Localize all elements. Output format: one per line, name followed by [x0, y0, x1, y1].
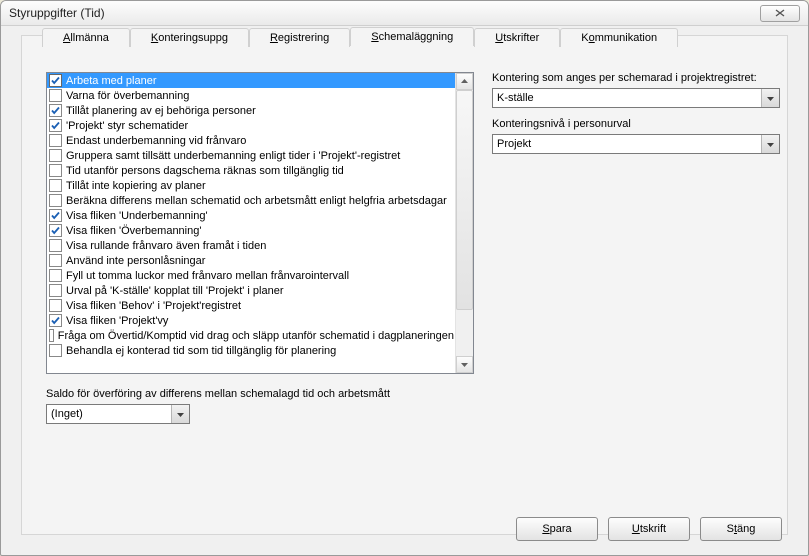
list-item-checkbox[interactable]	[49, 134, 62, 147]
list-item[interactable]: Endast underbemanning vid frånvaro	[47, 133, 456, 148]
tab-3[interactable]: Schemaläggning	[350, 27, 474, 46]
chevron-down-icon	[767, 141, 774, 148]
list-item-checkbox[interactable]	[49, 194, 62, 207]
client-area: AllmännaKonteringsuppgRegistreringSchema…	[9, 31, 800, 547]
list-item-checkbox[interactable]	[49, 74, 62, 87]
list-item[interactable]: Urval på 'K-ställe' kopplat till 'Projek…	[47, 283, 456, 298]
saldo-combo[interactable]: (Inget)	[46, 404, 190, 424]
saldo-value: (Inget)	[51, 405, 171, 423]
list-item-checkbox[interactable]	[49, 149, 62, 162]
chevron-down-icon	[461, 361, 468, 368]
tab-2[interactable]: Registrering	[249, 28, 350, 47]
close-icon	[775, 9, 785, 17]
chevron-down-icon	[767, 95, 774, 102]
konteringsniva-value: Projekt	[497, 135, 761, 153]
tabstrip: AllmännaKonteringsuppgRegistreringSchema…	[42, 27, 678, 46]
list-item-label: 'Projekt' styr schematider	[66, 120, 188, 132]
list-item[interactable]: Beräkna differens mellan schematid och a…	[47, 193, 456, 208]
list-item-label: Fyll ut tomma luckor med frånvaro mellan…	[66, 270, 349, 282]
list-item-checkbox[interactable]	[49, 329, 54, 342]
list-item-label: Visa fliken 'Överbemanning'	[66, 225, 201, 237]
list-item[interactable]: 'Projekt' styr schematider	[47, 118, 456, 133]
list-item[interactable]: Arbeta med planer	[47, 73, 456, 88]
window-close-button[interactable]	[760, 5, 800, 22]
close-button[interactable]: Stäng	[700, 517, 782, 541]
scrollbar-down-button[interactable]	[456, 356, 473, 373]
list-item-checkbox[interactable]	[49, 224, 62, 237]
dialog-window: Styruppgifter (Tid) AllmännaKonteringsup…	[0, 0, 809, 556]
list-item-label: Arbeta med planer	[66, 75, 157, 87]
saldo-label: Saldo för överföring av differens mellan…	[46, 388, 390, 400]
list-item-label: Urval på 'K-ställe' kopplat till 'Projek…	[66, 285, 284, 297]
tab-0[interactable]: Allmänna	[42, 28, 130, 47]
tab-4[interactable]: Utskrifter	[474, 28, 560, 47]
list-item-checkbox[interactable]	[49, 104, 62, 117]
list-item[interactable]: Fråga om Övertid/Komptid vid drag och sl…	[47, 328, 456, 343]
list-item-label: Beräkna differens mellan schematid och a…	[66, 195, 447, 207]
list-item[interactable]: Visa fliken 'Överbemanning'	[47, 223, 456, 238]
list-item-checkbox[interactable]	[49, 89, 62, 102]
list-item-checkbox[interactable]	[49, 284, 62, 297]
kontering-schemarad-combo[interactable]: K-ställe	[492, 88, 780, 108]
list-item-checkbox[interactable]	[49, 179, 62, 192]
options-list-viewport: Arbeta med planer Varna för överbemanning…	[47, 73, 456, 373]
list-item-checkbox[interactable]	[49, 299, 62, 312]
list-item[interactable]: Visa rullande frånvaro även framåt i tid…	[47, 238, 456, 253]
list-item[interactable]: Tillåt planering av ej behöriga personer	[47, 103, 456, 118]
list-item[interactable]: Varna för överbemanning	[47, 88, 456, 103]
list-item-checkbox[interactable]	[49, 254, 62, 267]
konteringsniva-combo[interactable]: Projekt	[492, 134, 780, 154]
list-item[interactable]: Visa fliken 'Underbemanning'	[47, 208, 456, 223]
list-item[interactable]: Visa fliken 'Behov' i 'Projekt'registret	[47, 298, 456, 313]
list-item[interactable]: Behandla ej konterad tid som tid tillgän…	[47, 343, 456, 358]
list-item-label: Behandla ej konterad tid som tid tillgän…	[66, 345, 336, 357]
list-item[interactable]: Använd inte personlåsningar	[47, 253, 456, 268]
list-item-label: Varna för överbemanning	[66, 90, 189, 102]
titlebar: Styruppgifter (Tid)	[1, 1, 808, 26]
save-button[interactable]: Spara	[516, 517, 598, 541]
kontering-schemarad-value: K-ställe	[497, 89, 761, 107]
window-title: Styruppgifter (Tid)	[9, 1, 105, 25]
scrollbar-thumb[interactable]	[456, 90, 473, 310]
list-item-label: Visa rullande frånvaro även framåt i tid…	[66, 240, 266, 252]
chevron-up-icon	[461, 78, 468, 85]
list-item-label: Endast underbemanning vid frånvaro	[66, 135, 246, 147]
list-item-checkbox[interactable]	[49, 119, 62, 132]
list-item[interactable]: Fyll ut tomma luckor med frånvaro mellan…	[47, 268, 456, 283]
combo-arrow-button[interactable]	[761, 135, 779, 153]
list-item-checkbox[interactable]	[49, 269, 62, 282]
combo-arrow-button[interactable]	[761, 89, 779, 107]
options-listbox[interactable]: Arbeta med planer Varna för överbemanning…	[46, 72, 474, 374]
list-item-label: Gruppera samt tillsätt underbemanning en…	[66, 150, 400, 162]
list-item[interactable]: Gruppera samt tillsätt underbemanning en…	[47, 148, 456, 163]
list-item-label: Tid utanför persons dagschema räknas som…	[66, 165, 344, 177]
content-frame: AllmännaKonteringsuppgRegistreringSchema…	[21, 35, 788, 535]
list-item[interactable]: Tillåt inte kopiering av planer	[47, 178, 456, 193]
konteringsniva-label: Konteringsnivå i personurval	[492, 118, 631, 130]
listbox-scrollbar[interactable]	[455, 73, 473, 373]
scrollbar-up-button[interactable]	[456, 73, 473, 90]
list-item-checkbox[interactable]	[49, 314, 62, 327]
list-item-label: Tillåt planering av ej behöriga personer	[66, 105, 256, 117]
list-item-checkbox[interactable]	[49, 209, 62, 222]
list-item[interactable]: Visa fliken 'Projekt'vy	[47, 313, 456, 328]
list-item-checkbox[interactable]	[49, 344, 62, 357]
list-item-label: Visa fliken 'Behov' i 'Projekt'registret	[66, 300, 241, 312]
list-item-checkbox[interactable]	[49, 164, 62, 177]
list-item-label: Tillåt inte kopiering av planer	[66, 180, 206, 192]
dialog-footer: Spara Utskrift Stäng	[9, 511, 800, 547]
tab-1[interactable]: Konteringsuppg	[130, 28, 249, 47]
list-item[interactable]: Tid utanför persons dagschema räknas som…	[47, 163, 456, 178]
list-item-label: Använd inte personlåsningar	[66, 255, 205, 267]
kontering-schemarad-label: Kontering som anges per schemarad i proj…	[492, 72, 757, 84]
list-item-label: Visa fliken 'Projekt'vy	[66, 315, 168, 327]
print-button[interactable]: Utskrift	[608, 517, 690, 541]
chevron-down-icon	[177, 411, 184, 418]
list-item-label: Visa fliken 'Underbemanning'	[66, 210, 208, 222]
combo-arrow-button[interactable]	[171, 405, 189, 423]
list-item-checkbox[interactable]	[49, 239, 62, 252]
tab-5[interactable]: Kommunikation	[560, 28, 678, 47]
list-item-label: Fråga om Övertid/Komptid vid drag och sl…	[58, 330, 454, 342]
